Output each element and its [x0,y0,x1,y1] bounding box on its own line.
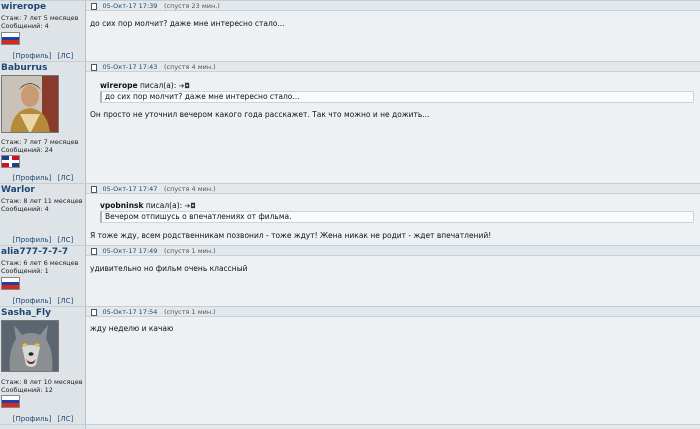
post-document-icon[interactable] [91,247,97,255]
profile-link[interactable]: [Профиль] [13,174,52,182]
post-content [86,425,700,429]
author-tenure: Стаж: 7 лет 5 месяцев [1,14,79,22]
post-document-icon[interactable] [91,185,97,193]
quote-wrote-label: писал(а): [139,81,177,90]
profile-link[interactable]: [Профиль] [13,236,52,244]
post-header: 05-Окт-17 17:49 (спустя 1 мин.) [86,246,700,256]
author-name[interactable]: Sasha_Fly [1,308,51,318]
post-document-icon[interactable] [91,308,97,316]
author-tenure: Стаж: 8 лет 11 месяцев [1,197,83,205]
post-content: 05-Окт-17 17:49 (спустя 1 мин.) удивител… [86,246,700,306]
post-header: 05-Окт-17 17:39 (спустя 23 мин.) [86,1,700,11]
private-message-link[interactable]: [ЛС] [58,174,74,182]
post-header: 05-Окт-17 17:43 (спустя 4 мин.) [86,62,700,72]
post: Sasha_Fly Стаж: 8 лет 10 месяцев Сообщен… [0,306,700,424]
profile-link[interactable]: [Профиль] [13,297,52,305]
post-date-link[interactable]: 05-Окт-17 17:43 [103,63,158,71]
post-content: 05-Окт-17 17:47 (спустя 4 мин.) vpobnins… [86,184,700,245]
dominican-republic-flag-icon [1,155,20,168]
post-elapsed: (спустя 23 мин.) [163,1,220,10]
forum-thread: wirerope Стаж: 7 лет 5 месяцев Сообщений… [0,0,700,429]
post-date-link[interactable]: 05-Окт-17 17:54 [103,308,158,316]
post: Warlor Стаж: 8 лет 11 месяцев Сообщений:… [0,183,700,245]
author-panel: Sasha_Fly Стаж: 8 лет 10 месяцев Сообщен… [0,307,86,424]
post-elapsed: (спустя 4 мин.) [163,62,216,71]
post-elapsed: (спустя 1 мин.) [163,307,216,316]
post-date-link[interactable]: 05-Окт-17 17:47 [103,185,158,193]
post-text: Он просто не уточнил вечером какого года… [90,110,430,119]
author-tenure: Стаж: 8 лет 10 месяцев [1,378,83,386]
quote-box: Вечером отпишусь о впечатлениях от фильм… [100,211,694,223]
post-date-link[interactable]: 05-Окт-17 17:49 [103,247,158,255]
author-tenure: Стаж: 7 лет 7 месяцев [1,138,79,146]
jump-to-quote-icon[interactable]: ➔◘ [179,82,190,90]
author-links: [Профиль] [ЛС] [0,415,86,423]
author-tenure: Стаж: 6 лет 6 месяцев [1,259,79,267]
post-document-icon[interactable] [91,63,97,71]
author-name[interactable]: wirerope [1,2,46,12]
author-message-count: Сообщений: 4 [1,205,49,213]
author-message-count: Сообщений: 1 [1,267,49,275]
author-panel [0,425,86,429]
post-header: 05-Окт-17 17:54 (спустя 1 мин.) [86,307,700,317]
russia-flag-icon [1,277,20,290]
post-content: 05-Окт-17 17:43 (спустя 4 мин.) wirerope… [86,62,700,183]
post-partial [0,424,700,429]
russia-flag-icon [1,32,20,45]
quote-author: wirerope [100,81,138,90]
author-name[interactable]: alia777-7-7-7 [1,247,68,257]
author-panel: Baburrus Стаж: 7 лет 7 месяцев Сообщений… [0,62,86,183]
private-message-link[interactable]: [ЛС] [58,297,74,305]
post-header [86,425,700,429]
post: alia777-7-7-7 Стаж: 6 лет 6 месяцев Сооб… [0,245,700,306]
quote-author: vpobninsk [100,201,144,210]
post-text: жду неделю и качаю [90,324,174,333]
author-name[interactable]: Warlor [1,185,35,195]
author-panel: Warlor Стаж: 8 лет 11 месяцев Сообщений:… [0,184,86,245]
author-links: [Профиль] [ЛС] [0,174,86,182]
author-avatar [1,320,59,372]
jump-to-quote-icon[interactable]: ➔◘ [185,202,196,210]
author-name[interactable]: Baburrus [1,63,47,73]
author-links: [Профиль] [ЛС] [0,297,86,305]
post-content: 05-Окт-17 17:54 (спустя 1 мин.) жду неде… [86,307,700,424]
author-panel: wirerope Стаж: 7 лет 5 месяцев Сообщений… [0,1,86,61]
post-text: Я тоже жду, всем родственникам позвонил … [90,231,492,240]
post-content: 05-Окт-17 17:39 (спустя 23 мин.) до сих … [86,1,700,61]
private-message-link[interactable]: [ЛС] [58,236,74,244]
post: Baburrus Стаж: 7 лет 7 месяцев Сообщений… [0,61,700,183]
profile-link[interactable]: [Профиль] [13,415,52,423]
private-message-link[interactable]: [ЛС] [58,52,74,60]
post-elapsed: (спустя 4 мин.) [163,184,216,193]
author-panel: alia777-7-7-7 Стаж: 6 лет 6 месяцев Сооб… [0,246,86,306]
russia-flag-icon [1,395,20,408]
post-date-link[interactable]: 05-Окт-17 17:39 [103,2,158,10]
author-links: [Профиль] [ЛС] [0,52,86,60]
post-text: удивительно но фильм очень классный [90,264,248,273]
post-elapsed: (спустя 1 мин.) [163,246,216,255]
author-message-count: Сообщений: 12 [1,386,53,394]
private-message-link[interactable]: [ЛС] [58,415,74,423]
post-document-icon[interactable] [91,2,97,10]
quote-header: vpobninsk писал(а): ➔◘ [100,201,196,210]
quote-header: wirerope писал(а): ➔◘ [100,81,190,90]
author-message-count: Сообщений: 24 [1,146,53,154]
post: wirerope Стаж: 7 лет 5 месяцев Сообщений… [0,0,700,61]
author-message-count: Сообщений: 4 [1,22,49,30]
post-header: 05-Окт-17 17:47 (спустя 4 мин.) [86,184,700,194]
profile-link[interactable]: [Профиль] [13,52,52,60]
post-text: до сих пор молчит? даже мне интересно ст… [90,19,285,28]
quote-box: до сих пор молчит? даже мне интересно ст… [100,91,694,103]
author-avatar [1,75,59,133]
author-links: [Профиль] [ЛС] [0,236,86,244]
quote-wrote-label: писал(а): [145,201,183,210]
